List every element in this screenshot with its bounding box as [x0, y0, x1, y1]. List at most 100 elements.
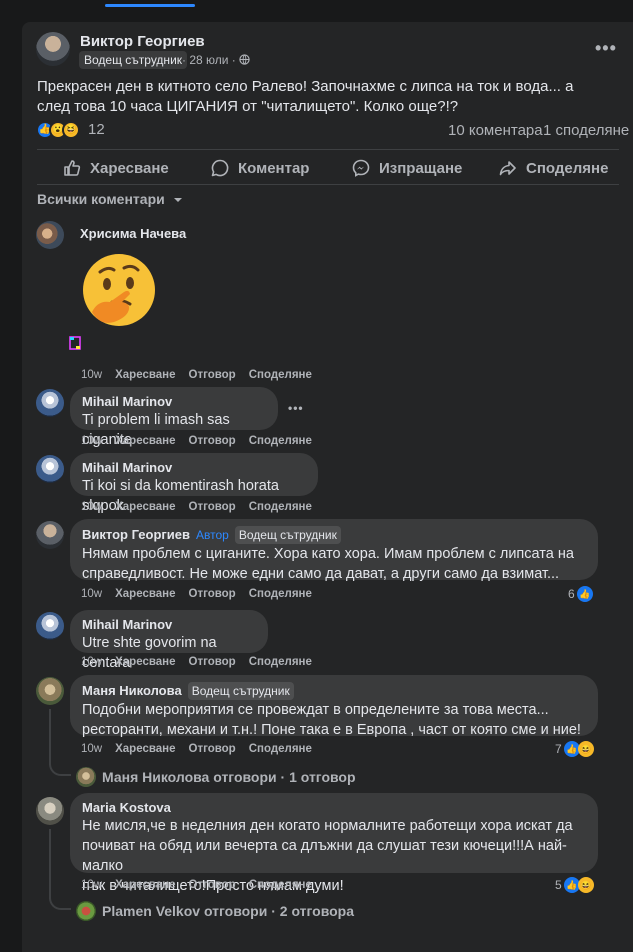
comment-reactions[interactable]: 6 👍 [568, 586, 593, 602]
comment-label: Коментар [238, 159, 310, 177]
commenter-avatar[interactable] [36, 612, 64, 640]
reply-avatar [76, 901, 96, 921]
comment-bubble: Виктор Георгиев Автор Водещ сътрудник Ня… [70, 519, 598, 582]
comment-like[interactable]: Харесване [115, 435, 175, 447]
author-role-badge: Водещ сътрудник [79, 51, 188, 69]
thread-connector [49, 896, 71, 910]
comment-bubble: Mihail Marinov Utre shte govorim na cent… [70, 610, 268, 671]
author-tag: Автор [196, 528, 229, 542]
commenter-name[interactable]: Виктор Георгиев [82, 527, 190, 543]
chevron-down-icon [173, 198, 182, 202]
comment-like[interactable]: Харесване [115, 879, 175, 891]
comment-actions: 10w Харесване Отговор Споделяне [81, 743, 312, 755]
commenter-avatar[interactable] [36, 797, 64, 825]
post-meta: · 28 юли · [182, 53, 250, 67]
messenger-icon [352, 159, 370, 177]
comment-reply[interactable]: Отговор [189, 879, 236, 891]
comment-time[interactable]: 10w [81, 743, 102, 755]
reaction-count[interactable]: 12 [88, 121, 105, 138]
comment-share[interactable]: Споделяне [249, 879, 312, 891]
commenter-name[interactable]: Маня Николова [82, 683, 182, 699]
haha-reaction-icon: 😆 [62, 121, 80, 139]
comment-bubble-icon [211, 159, 229, 177]
comment-reply[interactable]: Отговор [189, 369, 236, 381]
commenter-name[interactable]: Mihail Marinov [82, 460, 306, 476]
haha-reaction-icon: 😆 [577, 741, 594, 757]
commenter-avatar[interactable] [36, 221, 64, 249]
like-button[interactable]: Харесване [62, 157, 169, 179]
haha-reaction-icon: 😆 [577, 877, 594, 893]
comment-share[interactable]: Споделяне [249, 743, 312, 755]
comment-time[interactable]: 10w [81, 656, 102, 668]
gif-icon [69, 336, 81, 350]
comment-reaction-count: 5 [555, 878, 562, 892]
commenter-name[interactable]: Хрисима Начева [80, 226, 186, 241]
comment-button[interactable]: Коментар [210, 157, 309, 179]
comment-reply[interactable]: Отговор [189, 588, 236, 600]
globe-icon [239, 54, 250, 65]
thumbs-up-icon [64, 160, 81, 176]
comment-text-line: Не мисля,че в неделния ден когато нормал… [82, 818, 573, 834]
author-avatar[interactable] [36, 32, 70, 66]
comment-like[interactable]: Харесване [115, 743, 175, 755]
like-label: Харесване [90, 159, 169, 177]
comment-time[interactable]: 10w [81, 879, 102, 891]
commenter-header: Виктор Георгиев Автор Водещ сътрудник [82, 526, 586, 544]
comment-share[interactable]: Споделяне [249, 588, 312, 600]
view-replies-plamen[interactable]: Plamen Velkov отговори · 2 отговора [76, 901, 354, 921]
top-nav-strip [0, 0, 633, 8]
replies-label: Plamen Velkov отговори · 2 отговора [102, 903, 355, 919]
post-date[interactable]: 28 юли [189, 53, 228, 67]
comment-time[interactable]: 10w [81, 369, 102, 381]
post-card: Виктор Георгиев Водещ сътрудник · 28 юли… [22, 22, 633, 952]
share-arrow-icon [499, 161, 516, 176]
more-options-icon[interactable]: ••• [595, 38, 617, 59]
thread-line [49, 709, 51, 765]
thinking-face-emoji [83, 254, 155, 326]
commenter-avatar[interactable] [36, 677, 64, 705]
comment-more-icon[interactable]: ••• [288, 401, 304, 415]
commenter-avatar[interactable] [36, 521, 64, 549]
comment-like[interactable]: Харесване [115, 656, 175, 668]
comment-reply[interactable]: Отговор [189, 656, 236, 668]
comment-text-line: Подобни мероприятия се провеждат в опред… [82, 702, 549, 718]
share-count[interactable]: 1 споделяне [543, 122, 629, 139]
comment-reply[interactable]: Отговор [189, 501, 236, 513]
comment-text-line: ресторанти, механи и т.н.! Поне така е в… [82, 722, 581, 738]
comment-like[interactable]: Харесване [115, 369, 175, 381]
commenter-avatar[interactable] [36, 389, 64, 417]
send-label: Изпращане [379, 159, 463, 177]
comment-reply[interactable]: Отговор [189, 435, 236, 447]
comment-share[interactable]: Споделяне [249, 501, 312, 513]
share-button[interactable]: Споделяне [498, 157, 608, 179]
commenter-name[interactable]: Maria Kostova [82, 800, 586, 816]
comment-like[interactable]: Харесване [115, 588, 175, 600]
comment-like[interactable]: Харесване [115, 501, 175, 513]
comment-reactions[interactable]: 5 👍 😆 [555, 877, 594, 893]
comment-reactions[interactable]: 7 👍 😆 [555, 741, 594, 757]
comment-reaction-count: 6 [568, 587, 575, 601]
view-replies-manya[interactable]: Маня Николова отговори · 1 отговор [76, 767, 356, 787]
commenter-avatar[interactable] [36, 455, 64, 483]
commenter-name[interactable]: Mihail Marinov [82, 394, 266, 410]
comment-bubble: Mihail Marinov Ti problem li imash sas c… [70, 387, 278, 448]
post-author-name[interactable]: Виктор Георгиев [80, 33, 205, 50]
comment-time[interactable]: 10w [81, 501, 102, 513]
comment-time[interactable]: 10w [81, 435, 102, 447]
comments-sort-dropdown[interactable]: Всички коментари [37, 191, 183, 207]
comment-time[interactable]: 10w [81, 588, 102, 600]
divider-bottom [37, 184, 619, 185]
comment-share[interactable]: Споделяне [249, 369, 312, 381]
active-tab-indicator [105, 4, 195, 7]
comment-count[interactable]: 10 коментара [448, 122, 543, 139]
comment-bubble: Maria Kostova Не мисля,че в неделния ден… [70, 793, 598, 894]
comment-actions: 10w Харесване Отговор Споделяне [81, 656, 312, 668]
replies-label: Маня Николова отговори · 1 отговор [102, 769, 356, 785]
commenter-name[interactable]: Mihail Marinov [82, 617, 256, 633]
comment-share[interactable]: Споделяне [249, 656, 312, 668]
send-button[interactable]: Изпращане [351, 157, 462, 179]
meta-dot-2: · [228, 53, 240, 67]
comment-reply[interactable]: Отговор [189, 743, 236, 755]
comment-share[interactable]: Споделяне [249, 435, 312, 447]
comment-bubble: Маня Николова Водещ сътрудник Подобни ме… [70, 675, 598, 738]
